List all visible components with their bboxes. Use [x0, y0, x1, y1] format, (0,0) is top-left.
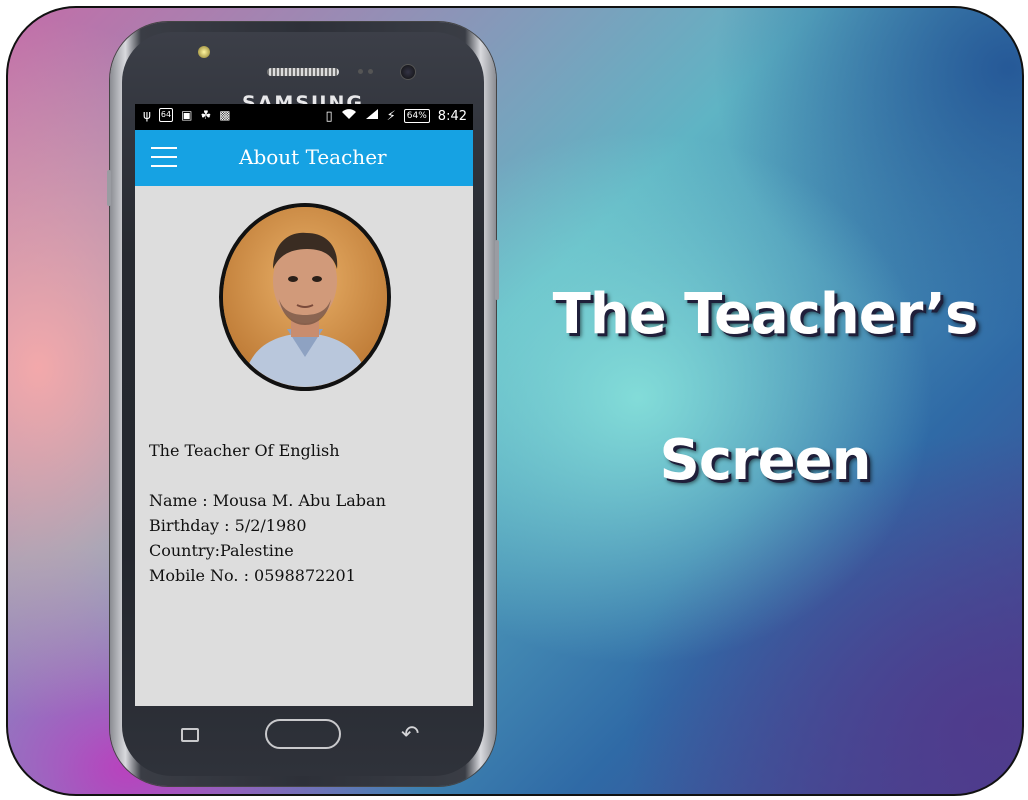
volume-button — [107, 170, 111, 206]
phone-nav-bar: ↶ — [135, 712, 473, 772]
earpiece-speaker — [267, 68, 339, 76]
headline-line-1: The Teacher’s — [552, 282, 979, 347]
headline-line-2: Screen — [659, 428, 872, 493]
android-icon: ☘ — [200, 108, 212, 122]
sensor-dot — [368, 69, 373, 74]
app-bar: About Teacher — [135, 130, 473, 186]
status-bar: ψ 64 ▣ ☘ ▩ ▯ ⚡ 64% 8:42 — [135, 104, 473, 130]
proximity-sensor-icon — [198, 46, 210, 58]
teacher-birthday: Birthday : 5/2/1980 — [149, 516, 307, 535]
teacher-photo — [219, 203, 391, 391]
image-icon: ▣ — [181, 108, 193, 122]
battery-indicator: 64% — [403, 109, 430, 123]
teacher-name: Name : Mousa M. Abu Laban — [149, 491, 386, 510]
vibrate-icon: ▯ — [325, 108, 333, 124]
teacher-portrait — [223, 207, 387, 387]
status-left-icons: ψ 64 ▣ ☘ ▩ — [143, 108, 231, 122]
photo-icon: ▩ — [219, 108, 231, 122]
app-bar-title: About Teacher — [239, 145, 387, 169]
front-camera-icon — [400, 64, 416, 80]
teacher-subject: The Teacher Of English — [149, 441, 340, 460]
sensor-dot — [358, 69, 363, 74]
home-button[interactable] — [265, 719, 341, 749]
charging-icon: ⚡ — [386, 108, 396, 124]
menu-icon[interactable] — [151, 147, 177, 167]
status-right-icons: ▯ ⚡ 64% 8:42 — [325, 108, 467, 124]
wifi-icon — [341, 108, 357, 124]
phone-screen: ψ 64 ▣ ☘ ▩ ▯ ⚡ 64% 8:42 About Teacher Th… — [135, 104, 473, 706]
signal-icon — [365, 108, 379, 124]
badge-64-icon: 64 — [158, 108, 174, 122]
back-icon[interactable]: ↶ — [401, 722, 419, 747]
power-button — [495, 240, 499, 300]
recent-apps-icon[interactable] — [181, 728, 199, 742]
teacher-mobile: Mobile No. : 0598872201 — [149, 566, 356, 585]
usb-icon: ψ — [143, 108, 151, 122]
teacher-country: Country:Palestine — [149, 541, 294, 560]
status-time: 8:42 — [437, 108, 467, 124]
